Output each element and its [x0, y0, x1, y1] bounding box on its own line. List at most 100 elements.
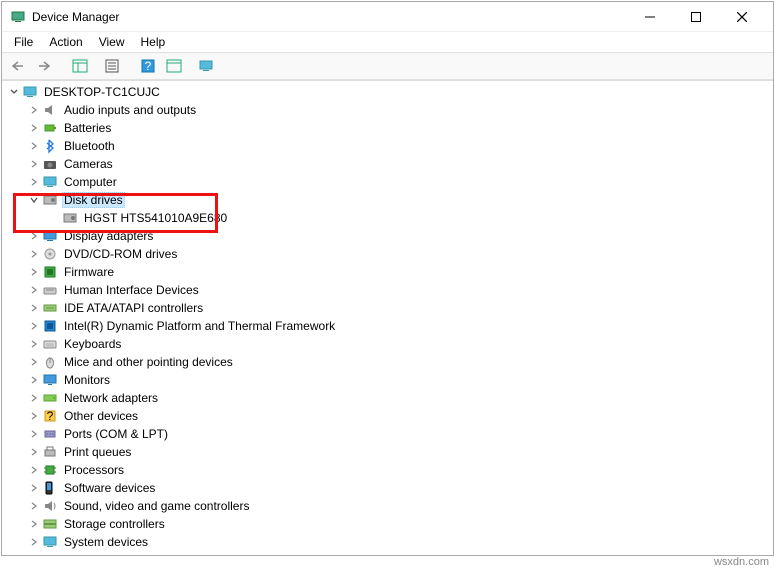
expander-icon[interactable] — [26, 138, 42, 154]
expander-icon[interactable] — [26, 462, 42, 478]
expander-icon[interactable] — [26, 156, 42, 172]
expander-icon[interactable] — [26, 282, 42, 298]
expander-icon[interactable] — [26, 336, 42, 352]
device-icon — [42, 282, 58, 298]
expander-icon[interactable] — [26, 102, 42, 118]
device-icon — [42, 102, 58, 118]
tree-item-system-devices[interactable]: System devices — [2, 533, 773, 551]
tree-item-firmware[interactable]: Firmware — [2, 263, 773, 281]
device-icon — [42, 462, 58, 478]
tree-item-human-interface-devices[interactable]: Human Interface Devices — [2, 281, 773, 299]
svg-text:?: ? — [47, 409, 54, 423]
tree-item-storage-controllers[interactable]: Storage controllers — [2, 515, 773, 533]
expander-icon[interactable] — [26, 246, 42, 262]
tree-item-ports-com-lpt-[interactable]: Ports (COM & LPT) — [2, 425, 773, 443]
expander-icon[interactable] — [26, 174, 42, 190]
tree-root[interactable]: DESKTOP-TC1CUJC — [2, 83, 773, 101]
tree-item-computer[interactable]: Computer — [2, 173, 773, 191]
device-icon — [42, 498, 58, 514]
tree-item-monitors[interactable]: Monitors — [2, 371, 773, 389]
device-manager-window: Device Manager File Action View Help ? D… — [1, 1, 774, 556]
app-icon — [10, 9, 26, 25]
tree-item-mice-and-other-pointing-devices[interactable]: Mice and other pointing devices — [2, 353, 773, 371]
expander-icon[interactable] — [26, 264, 42, 280]
expander-icon[interactable] — [26, 480, 42, 496]
expander-icon[interactable] — [26, 318, 42, 334]
show-devices-button[interactable] — [194, 55, 218, 77]
expander-icon[interactable] — [26, 516, 42, 532]
show-hide-console-button[interactable] — [68, 55, 92, 77]
tree-item-dvd-cd-rom-drives[interactable]: DVD/CD-ROM drives — [2, 245, 773, 263]
device-icon: ? — [42, 408, 58, 424]
device-icon — [42, 120, 58, 136]
window-title: Device Manager — [32, 10, 119, 24]
expander-icon[interactable] — [26, 300, 42, 316]
expander-icon[interactable] — [26, 498, 42, 514]
expander-icon[interactable] — [26, 192, 42, 208]
node-label: Processors — [62, 462, 126, 478]
node-label: Network adapters — [62, 390, 160, 406]
expander-icon[interactable] — [26, 426, 42, 442]
tree-item-network-adapters[interactable]: Network adapters — [2, 389, 773, 407]
node-label: Ports (COM & LPT) — [62, 426, 170, 442]
tree-item-ide-ata-atapi-controllers[interactable]: IDE ATA/ATAPI controllers — [2, 299, 773, 317]
expander-icon[interactable] — [26, 354, 42, 370]
expander-icon[interactable] — [26, 372, 42, 388]
close-button[interactable] — [719, 2, 765, 32]
menu-view[interactable]: View — [91, 33, 133, 51]
expander-icon[interactable] — [26, 390, 42, 406]
device-tree[interactable]: DESKTOP-TC1CUJCAudio inputs and outputsB… — [2, 81, 773, 555]
node-label: Batteries — [62, 120, 113, 136]
tree-item-cameras[interactable]: Cameras — [2, 155, 773, 173]
forward-button[interactable] — [32, 55, 56, 77]
watermark: wsxdn.com — [714, 556, 769, 568]
node-label: Other devices — [62, 408, 140, 424]
node-label: Storage controllers — [62, 516, 167, 532]
device-icon — [42, 264, 58, 280]
node-label: Print queues — [62, 444, 133, 460]
device-icon — [42, 444, 58, 460]
maximize-button[interactable] — [673, 2, 719, 32]
expander-icon[interactable] — [26, 120, 42, 136]
device-icon — [42, 138, 58, 154]
tree-item-audio-inputs-and-outputs[interactable]: Audio inputs and outputs — [2, 101, 773, 119]
device-icon — [42, 372, 58, 388]
tree-item-intel-r-dynamic-platform-and-thermal-framework[interactable]: Intel(R) Dynamic Platform and Thermal Fr… — [2, 317, 773, 335]
tree-item-disk-drives[interactable]: Disk drives — [2, 191, 773, 209]
help-button[interactable]: ? — [136, 55, 160, 77]
menu-action[interactable]: Action — [41, 33, 90, 51]
expander-icon[interactable] — [6, 84, 22, 100]
svg-text:?: ? — [145, 59, 152, 73]
expander-icon[interactable] — [26, 534, 42, 550]
back-button[interactable] — [6, 55, 30, 77]
tree-leaf-hgst-hts541010a9e680[interactable]: HGST HTS541010A9E680 — [2, 209, 773, 227]
expander-icon[interactable] — [26, 228, 42, 244]
device-icon — [62, 210, 78, 226]
tree-item-other-devices[interactable]: ? Other devices — [2, 407, 773, 425]
node-label: Intel(R) Dynamic Platform and Thermal Fr… — [62, 318, 337, 334]
scan-hardware-button[interactable] — [162, 55, 186, 77]
menubar: File Action View Help — [2, 32, 773, 52]
node-label: Computer — [62, 174, 119, 190]
titlebar[interactable]: Device Manager — [2, 2, 773, 32]
tree-item-sound-video-and-game-controllers[interactable]: Sound, video and game controllers — [2, 497, 773, 515]
tree-item-display-adapters[interactable]: Display adapters — [2, 227, 773, 245]
expander-icon[interactable] — [26, 408, 42, 424]
tree-item-keyboards[interactable]: Keyboards — [2, 335, 773, 353]
tree-item-batteries[interactable]: Batteries — [2, 119, 773, 137]
tree-item-processors[interactable]: Processors — [2, 461, 773, 479]
node-label: DESKTOP-TC1CUJC — [42, 84, 162, 100]
expander-icon[interactable] — [26, 444, 42, 460]
menu-file[interactable]: File — [6, 33, 41, 51]
node-label: Cameras — [62, 156, 115, 172]
device-icon — [42, 192, 58, 208]
minimize-button[interactable] — [627, 2, 673, 32]
tree-item-print-queues[interactable]: Print queues — [2, 443, 773, 461]
properties-button[interactable] — [100, 55, 124, 77]
menu-help[interactable]: Help — [133, 33, 174, 51]
tree-item-software-devices[interactable]: Software devices — [2, 479, 773, 497]
tree-item-bluetooth[interactable]: Bluetooth — [2, 137, 773, 155]
expander-icon[interactable] — [46, 210, 62, 226]
device-icon — [42, 228, 58, 244]
toolbar: ? — [2, 52, 773, 80]
